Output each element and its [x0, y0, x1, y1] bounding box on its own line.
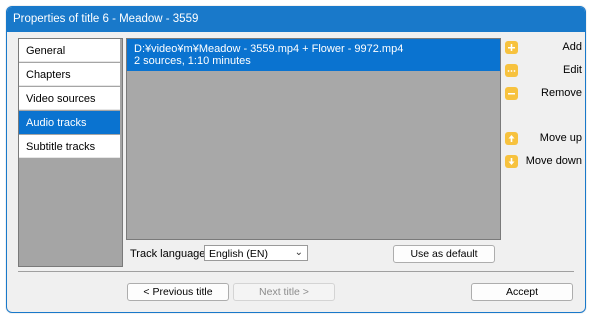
edit-label: Edit	[563, 64, 582, 76]
move-up-label: Move up	[539, 132, 582, 144]
use-as-default-button[interactable]: Use as default	[393, 245, 495, 263]
ellipsis-icon	[505, 64, 518, 77]
nav-item-video-sources[interactable]: Video sources	[19, 87, 120, 110]
track-list-item[interactable]: D:¥video¥m¥Meadow - 3559.mp4 + Flower - …	[127, 39, 500, 71]
nav-item-label: Chapters	[26, 69, 71, 81]
track-summary: 2 sources, 1:10 minutes	[134, 55, 251, 67]
title-bar[interactable]: Properties of title 6 - Meadow - 3559	[7, 7, 585, 32]
properties-dialog: Properties of title 6 - Meadow - 3559 Ge…	[6, 6, 586, 313]
next-title-button[interactable]: Next title >	[233, 283, 335, 301]
add-label: Add	[562, 41, 582, 53]
nav-item-audio-tracks[interactable]: Audio tracks	[19, 111, 120, 134]
nav-item-general[interactable]: General	[19, 39, 120, 62]
nav-item-label: Audio tracks	[26, 117, 87, 129]
move-down-button[interactable]: Move down	[505, 154, 582, 170]
previous-title-button[interactable]: < Previous title	[127, 283, 229, 301]
nav-item-label: Subtitle tracks	[26, 141, 96, 153]
track-language-value: English (EN)	[209, 248, 268, 260]
nav-item-label: General	[26, 45, 66, 57]
track-language-select[interactable]: English (EN) ⌄	[204, 245, 308, 261]
arrow-up-icon	[505, 132, 518, 145]
window-title: Properties of title 6 - Meadow - 3559	[13, 13, 199, 25]
accept-button[interactable]: Accept	[471, 283, 573, 301]
chevron-down-icon: ⌄	[294, 247, 303, 258]
audio-track-list[interactable]: D:¥video¥m¥Meadow - 3559.mp4 + Flower - …	[126, 38, 501, 240]
move-up-button[interactable]: Move up	[505, 131, 582, 147]
minus-icon	[505, 87, 518, 100]
footer-divider	[18, 271, 574, 272]
arrow-down-icon	[505, 155, 518, 168]
nav-item-label: Video sources	[26, 93, 96, 105]
nav-item-subtitle-tracks[interactable]: Subtitle tracks	[19, 135, 120, 158]
move-down-label: Move down	[525, 155, 582, 167]
add-button[interactable]: Add	[505, 40, 582, 56]
track-source-path: D:¥video¥m¥Meadow - 3559.mp4 + Flower - …	[134, 43, 404, 55]
nav-item-chapters[interactable]: Chapters	[19, 63, 120, 86]
track-language-label: Track language	[130, 248, 206, 260]
remove-label: Remove	[541, 87, 582, 99]
section-nav: General Chapters Video sources Audio tra…	[18, 38, 123, 267]
plus-icon	[505, 41, 518, 54]
edit-button[interactable]: Edit	[505, 63, 582, 79]
remove-button[interactable]: Remove	[505, 86, 582, 102]
